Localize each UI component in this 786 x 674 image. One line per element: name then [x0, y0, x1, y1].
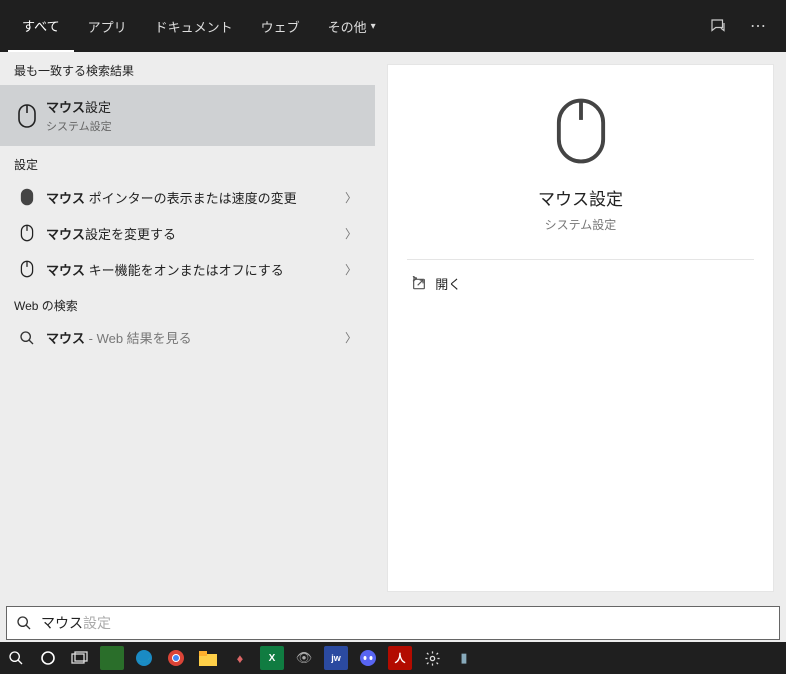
result-settings-2[interactable]: マウス キー機能をオンまたはオフにする 〉 — [0, 251, 375, 287]
taskbar-discord-icon[interactable] — [356, 646, 380, 670]
taskbar-edge-icon[interactable] — [132, 646, 156, 670]
preview-title: マウス設定 — [538, 185, 623, 210]
search-icon — [14, 330, 40, 346]
taskbar-excel-icon[interactable]: X — [260, 646, 284, 670]
chevron-right-icon: 〉 — [341, 189, 361, 206]
open-label: 開く — [435, 274, 461, 293]
taskbar-acrobat-icon[interactable]: 人 — [388, 646, 412, 670]
taskbar: ♦ X 👁 jw 人 ▮ — [0, 642, 786, 674]
search-bar[interactable]: 設定 — [6, 606, 780, 640]
result-settings-0[interactable]: マウス ポインターの表示または速度の変更 〉 — [0, 179, 375, 215]
result-settings-1[interactable]: マウス設定を変更する 〉 — [0, 215, 375, 251]
taskbar-cortana-icon[interactable] — [36, 646, 60, 670]
preview-subtitle: システム設定 — [545, 216, 617, 233]
preview-panel: マウス設定 システム設定 開く — [387, 64, 774, 592]
result-text: マウス ポインターの表示または速度の変更 — [46, 188, 341, 207]
mouse-icon — [14, 103, 40, 129]
taskbar-app-icon[interactable] — [100, 646, 124, 670]
result-text: マウス - Web 結果を見る — [46, 328, 341, 347]
taskbar-settings-icon[interactable] — [420, 646, 444, 670]
mouse-icon — [552, 95, 610, 167]
tab-documents[interactable]: ドキュメント — [141, 0, 247, 52]
tab-all[interactable]: すべて — [8, 0, 74, 52]
tab-more[interactable]: その他▾ — [314, 0, 390, 52]
result-text: マウス設定 システム設定 — [46, 97, 361, 134]
results-panel: 最も一致する検索結果 マウス設定 システム設定 設定 マウス ポインターの表示ま… — [0, 52, 375, 604]
open-action[interactable]: 開く — [407, 260, 754, 307]
tab-web[interactable]: ウェブ — [247, 0, 314, 52]
mouse-icon — [14, 259, 40, 279]
tab-apps[interactable]: アプリ — [74, 0, 141, 52]
chevron-right-icon: 〉 — [341, 225, 361, 242]
result-text: マウス キー機能をオンまたはオフにする — [46, 260, 341, 279]
taskbar-explorer-icon[interactable] — [196, 646, 220, 670]
section-best-match: 最も一致する検索結果 — [0, 52, 375, 85]
tab-bar: すべて アプリ ドキュメント ウェブ その他▾ ⋯ — [0, 0, 786, 52]
open-icon — [411, 276, 435, 292]
section-settings: 設定 — [0, 146, 375, 179]
section-web: Web の検索 — [0, 287, 375, 320]
taskbar-app-icon[interactable]: jw — [324, 646, 348, 670]
mouse-icon — [14, 223, 40, 243]
taskbar-app-icon[interactable]: 👁 — [292, 646, 316, 670]
search-input[interactable] — [41, 615, 779, 631]
result-best-match[interactable]: マウス設定 システム設定 — [0, 85, 375, 146]
chevron-right-icon: 〉 — [341, 261, 361, 278]
taskbar-search-icon[interactable] — [4, 646, 28, 670]
mouse-icon — [14, 187, 40, 207]
chevron-right-icon: 〉 — [341, 329, 361, 346]
taskbar-chrome-icon[interactable] — [164, 646, 188, 670]
taskbar-app-icon[interactable]: ▮ — [452, 646, 476, 670]
taskbar-app-icon[interactable]: ♦ — [228, 646, 252, 670]
result-text: マウス設定を変更する — [46, 224, 341, 243]
more-options-icon[interactable]: ⋯ — [738, 16, 778, 36]
feedback-icon[interactable] — [698, 17, 738, 35]
search-icon — [7, 615, 41, 631]
taskbar-taskview-icon[interactable] — [68, 646, 92, 670]
result-web-0[interactable]: マウス - Web 結果を見る 〉 — [0, 320, 375, 355]
chevron-down-icon: ▾ — [371, 21, 376, 32]
